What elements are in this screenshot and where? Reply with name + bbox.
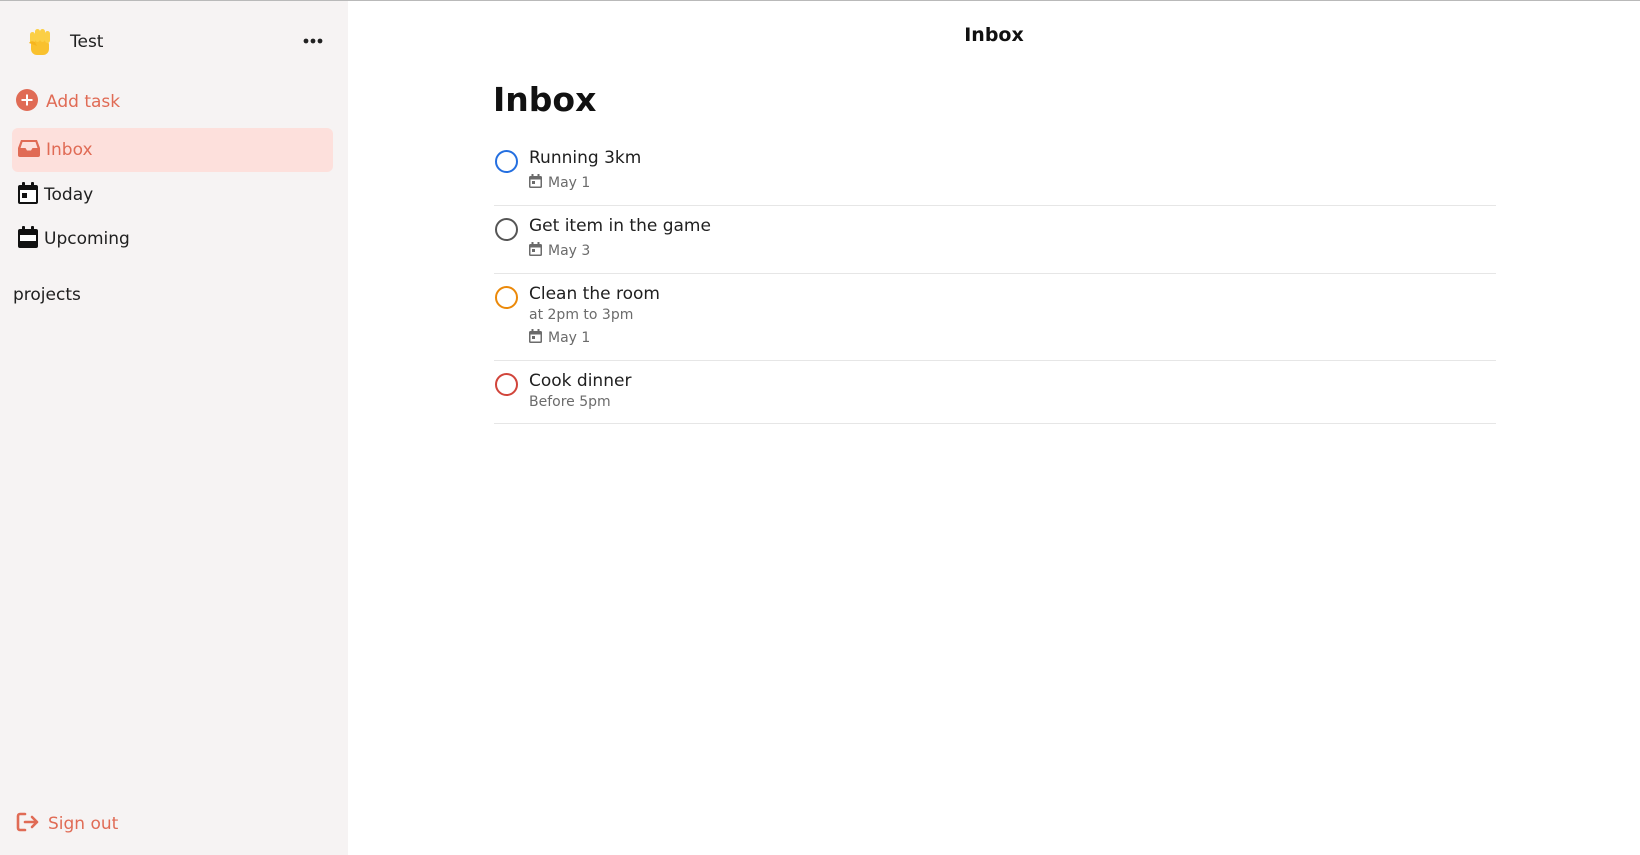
calendar-icon <box>18 181 38 209</box>
sign-out-label: Sign out <box>48 814 119 834</box>
inbox-icon <box>18 138 40 163</box>
sidebar: Test Add task Inbox Today Upcoming proje… <box>0 1 348 855</box>
task-due-date: May 1 <box>529 329 590 347</box>
sidebar-item-label: Today <box>44 185 94 205</box>
task-list: Running 3km May 1 Get item in the game M… <box>494 138 1496 424</box>
sign-out-button[interactable]: Sign out <box>16 809 118 839</box>
sign-out-icon <box>16 812 40 837</box>
sidebar-item-upcoming[interactable]: Upcoming <box>12 217 333 261</box>
task-checkbox[interactable] <box>495 286 518 309</box>
task-due-date: May 1 <box>529 174 590 192</box>
add-task-button[interactable]: Add task <box>16 87 120 117</box>
calendar-icon <box>18 225 38 253</box>
calendar-icon <box>529 329 542 347</box>
task-description: at 2pm to 3pm <box>529 307 634 323</box>
ellipsis-icon <box>303 29 323 48</box>
task-due-date: May 3 <box>529 242 590 260</box>
task-due-text: May 3 <box>548 243 591 259</box>
raised-fist-avatar-icon <box>24 25 56 59</box>
task-title[interactable]: Clean the room <box>529 284 660 304</box>
task-due-text: May 1 <box>548 175 591 191</box>
calendar-icon <box>529 242 542 260</box>
task-checkbox[interactable] <box>495 218 518 241</box>
task-item[interactable]: Get item in the game May 3 <box>494 206 1496 274</box>
task-checkbox[interactable] <box>495 373 518 396</box>
task-item[interactable]: Clean the room at 2pm to 3pm May 1 <box>494 274 1496 361</box>
view-header-title: Inbox <box>964 24 1024 46</box>
user-profile[interactable]: Test <box>24 25 103 59</box>
calendar-icon <box>529 174 542 192</box>
task-title[interactable]: Get item in the game <box>529 216 711 236</box>
sidebar-item-label: Inbox <box>46 140 93 160</box>
projects-heading: projects <box>13 285 81 305</box>
sidebar-item-label: Upcoming <box>44 229 130 249</box>
add-task-label: Add task <box>46 92 121 112</box>
page-title: Inbox <box>493 80 597 119</box>
sidebar-item-today[interactable]: Today <box>12 173 333 217</box>
task-description: Before 5pm <box>529 394 611 410</box>
task-title[interactable]: Cook dinner <box>529 371 631 391</box>
plus-circle-icon <box>16 88 38 116</box>
task-item[interactable]: Cook dinner Before 5pm <box>494 361 1496 424</box>
task-item[interactable]: Running 3km May 1 <box>494 138 1496 206</box>
sidebar-item-inbox[interactable]: Inbox <box>12 128 333 172</box>
task-due-text: May 1 <box>548 330 591 346</box>
task-title[interactable]: Running 3km <box>529 148 641 168</box>
user-name: Test <box>70 32 104 52</box>
more-options-button[interactable] <box>296 27 330 49</box>
task-checkbox[interactable] <box>495 150 518 173</box>
